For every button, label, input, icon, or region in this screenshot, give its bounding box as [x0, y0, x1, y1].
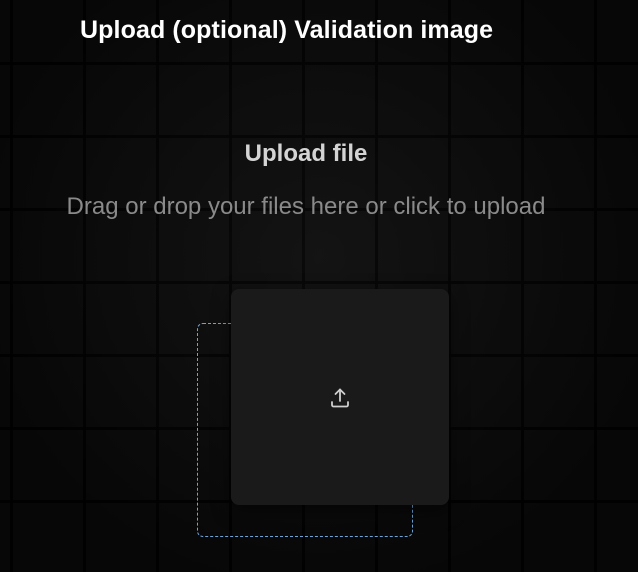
- upload-heading: Upload file: [244, 140, 368, 167]
- upload-hint: Drag or drop your files here or click to…: [66, 193, 546, 220]
- upload-icon: [330, 388, 349, 408]
- page-title: Upload (optional) Validation image: [80, 16, 494, 44]
- file-drop-zone[interactable]: [231, 289, 449, 505]
